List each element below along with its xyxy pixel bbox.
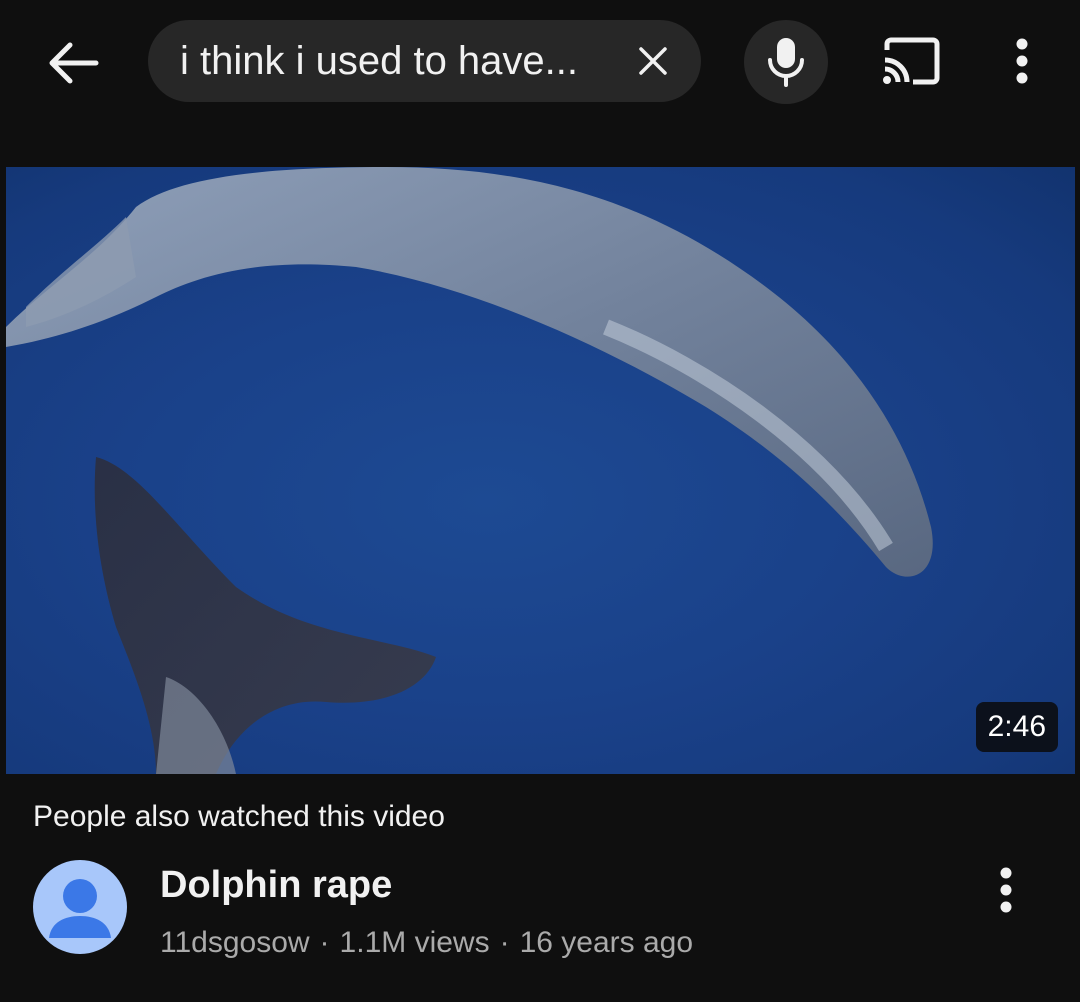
upload-age: 16 years ago bbox=[519, 926, 694, 959]
more-options-button[interactable] bbox=[992, 28, 1052, 94]
microphone-icon bbox=[768, 38, 804, 87]
cast-icon bbox=[883, 37, 940, 85]
underwater-dolphins-image bbox=[6, 167, 933, 774]
view-count: 1.1M views bbox=[339, 926, 490, 959]
search-results-page: i think i used to have... 2:46 People al… bbox=[0, 0, 1080, 1002]
video-metadata: 11dsgosow · 1.1M views · 16 years ago bbox=[160, 926, 693, 960]
default-avatar-icon bbox=[49, 879, 111, 938]
cast-button[interactable] bbox=[872, 28, 948, 94]
top-app-bar: i think i used to have... bbox=[0, 0, 1080, 130]
more-vertical-icon bbox=[1016, 38, 1028, 84]
meta-separator: · bbox=[499, 926, 510, 959]
close-icon bbox=[639, 47, 667, 75]
meta-separator: · bbox=[319, 926, 330, 959]
video-title[interactable]: Dolphin rape bbox=[160, 864, 392, 907]
channel-name[interactable]: 11dsgosow bbox=[160, 926, 310, 959]
section-heading: People also watched this video bbox=[33, 800, 445, 833]
clear-search-button[interactable] bbox=[623, 31, 683, 91]
voice-search-button[interactable] bbox=[744, 20, 828, 104]
more-vertical-icon bbox=[1000, 867, 1012, 913]
back-button[interactable] bbox=[38, 28, 108, 98]
video-more-options-button[interactable] bbox=[984, 862, 1028, 918]
search-query-text[interactable]: i think i used to have... bbox=[180, 39, 623, 84]
video-thumbnail[interactable]: 2:46 bbox=[6, 167, 1075, 774]
search-box[interactable]: i think i used to have... bbox=[148, 20, 701, 102]
channel-avatar[interactable] bbox=[33, 860, 127, 954]
video-duration-badge: 2:46 bbox=[975, 702, 1058, 752]
arrow-left-icon bbox=[49, 42, 99, 84]
